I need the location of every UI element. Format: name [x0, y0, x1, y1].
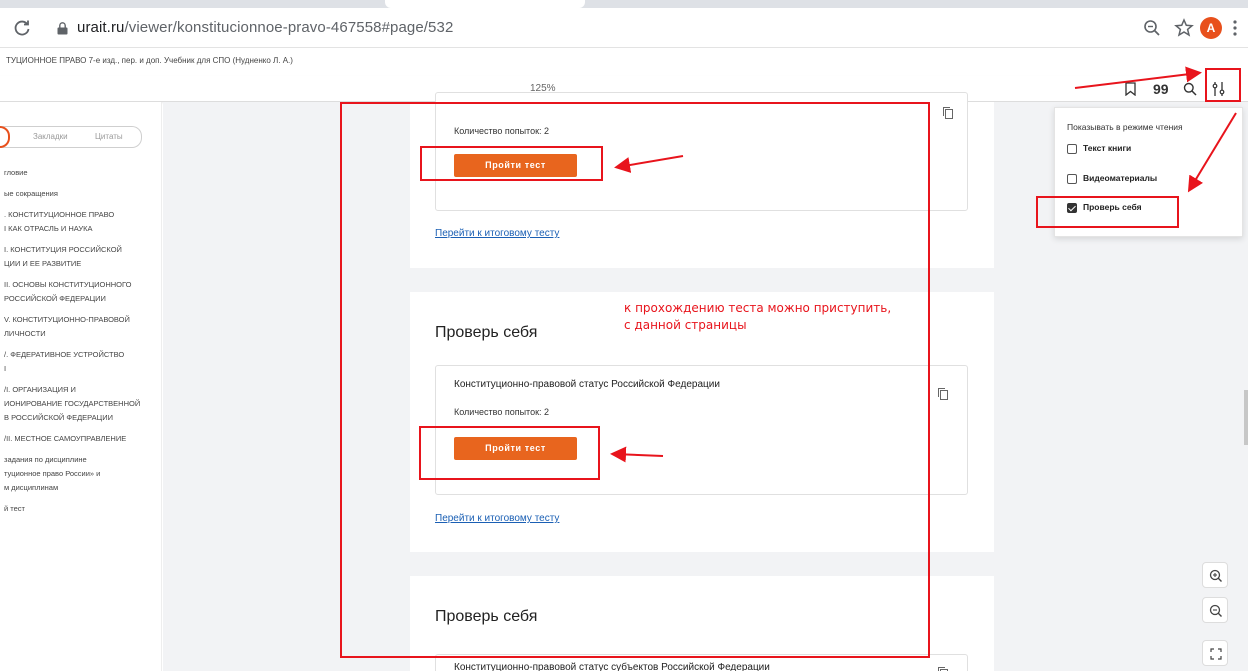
fullscreen-button[interactable] — [1202, 640, 1228, 666]
tab-bookmarks[interactable]: Закладки — [33, 132, 68, 141]
lock-icon[interactable] — [57, 22, 68, 35]
toc-item: I КАК ОТРАСЛЬ И НАУКА — [4, 224, 93, 233]
copy-icon[interactable] — [938, 667, 948, 671]
zoom-out-icon — [1209, 604, 1222, 617]
zoom-in-icon — [1209, 569, 1222, 582]
copy-icon[interactable] — [938, 388, 948, 400]
toc-item[interactable]: II. ОСНОВЫ КОНСТИТУЦИОННОГО — [4, 278, 162, 292]
annotation-note-line-2: с данной страницы — [624, 318, 747, 332]
zoom-indicator-icon[interactable] — [1143, 19, 1161, 37]
toc-item[interactable]: ые сокращения — [4, 187, 162, 201]
toc-sidebar: Закладки Цитаты гловие ые сокращения . КОН… — [0, 102, 162, 671]
annotation-note: к прохождению теста можно приступить, с … — [624, 300, 891, 334]
url-host: urait.ru — [77, 19, 125, 36]
book-title-bar: ТУЦИОННОЕ ПРАВО 7-е изд., пер. и доп. Уч… — [0, 48, 1248, 76]
dropdown-title: Показывать в режиме чтения — [1067, 122, 1183, 132]
checkbox-video[interactable] — [1067, 174, 1077, 184]
browser-menu-icon[interactable] — [1232, 19, 1238, 37]
zoom-out-button[interactable] — [1202, 597, 1228, 623]
zoom-in-button[interactable] — [1202, 562, 1228, 588]
annotation-settings-box — [1205, 68, 1241, 102]
search-icon[interactable] — [1183, 82, 1197, 96]
option-label: Текст книги — [1083, 143, 1132, 153]
sidebar-tabs: Закладки Цитаты — [0, 126, 142, 148]
annotation-button-box-1 — [420, 146, 603, 181]
table-of-contents: гловие ые сокращения . КОНСТИТУЦИОННОЕ ПРА… — [4, 166, 162, 523]
option-video[interactable]: Видеоматериалы — [1067, 173, 1237, 187]
annotation-content-box — [340, 102, 930, 658]
bookmark-icon[interactable] — [1124, 82, 1137, 96]
sidebar-tab-contents[interactable] — [0, 126, 10, 148]
toc-item[interactable]: . КОНСТИТУЦИОННОЕ ПРАВО — [4, 208, 162, 222]
toc-item[interactable]: задания по дисциплине — [4, 453, 162, 467]
toc-item[interactable]: I. КОНСТИТУЦИЯ РОССИЙСКОЙ — [4, 243, 162, 257]
reload-icon[interactable] — [12, 18, 32, 38]
option-book-text[interactable]: Текст книги — [1067, 143, 1237, 157]
checkbox-book-text[interactable] — [1067, 144, 1077, 154]
toc-item[interactable]: й тест — [4, 502, 162, 516]
browser-tab[interactable] — [385, 0, 1248, 8]
page-scrollbar[interactable] — [1244, 390, 1248, 445]
toc-item: ЛИЧНОСТИ — [4, 329, 46, 338]
toc-item: РОССИЙСКОЙ ФЕДЕРАЦИИ — [4, 294, 106, 303]
fullscreen-icon — [1210, 648, 1222, 660]
browser-toolbar: urait.ru/viewer/konstitucionnoe-pravo-46… — [0, 8, 1248, 48]
annotation-button-box-2 — [419, 426, 600, 480]
annotation-option-box — [1036, 196, 1179, 228]
annotation-note-line-1: к прохождению теста можно приступить, — [624, 301, 892, 315]
quote-icon[interactable]: 99 — [1153, 81, 1169, 97]
toc-item[interactable]: V. КОНСТИТУЦИОННО-ПРАВОВОЙ — [4, 313, 162, 327]
address-bar[interactable]: urait.ru/viewer/konstitucionnoe-pravo-46… — [77, 19, 453, 36]
profile-avatar[interactable]: A — [1200, 17, 1222, 39]
toc-item: м дисциплинам — [4, 483, 59, 492]
toc-item: В РОССИЙСКОЙ ФЕДЕРАЦИИ — [4, 413, 113, 422]
bookmark-star-icon[interactable] — [1174, 18, 1194, 38]
toc-item: туционное право России» и — [4, 469, 101, 478]
toc-item[interactable]: гловие — [4, 166, 162, 180]
copy-icon[interactable] — [943, 107, 953, 119]
url-path: /viewer/konstitucionnoe-pravo-467558#pag… — [124, 19, 454, 36]
toc-item[interactable]: /I. ОРГАНИЗАЦИЯ И — [4, 383, 162, 397]
toc-item[interactable]: /II. МЕСТНОЕ САМОУПРАВЛЕНИЕ — [4, 432, 162, 446]
toc-item: I — [4, 364, 7, 373]
option-label: Видеоматериалы — [1083, 173, 1158, 183]
test-card-title: Конституционно-правовой статус субъектов… — [454, 662, 770, 671]
toc-item[interactable]: /. ФЕДЕРАТИВНОЕ УСТРОЙСТВО — [4, 348, 162, 362]
toc-item: ИОНИРОВАНИЕ ГОСУДАРСТВЕННОЙ — [4, 399, 141, 408]
toc-item: ЦИИ И ЕЕ РАЗВИТИЕ — [4, 259, 82, 268]
book-title: ТУЦИОННОЕ ПРАВО 7-е изд., пер. и доп. Уч… — [6, 56, 293, 65]
tab-quotes[interactable]: Цитаты — [95, 132, 123, 141]
